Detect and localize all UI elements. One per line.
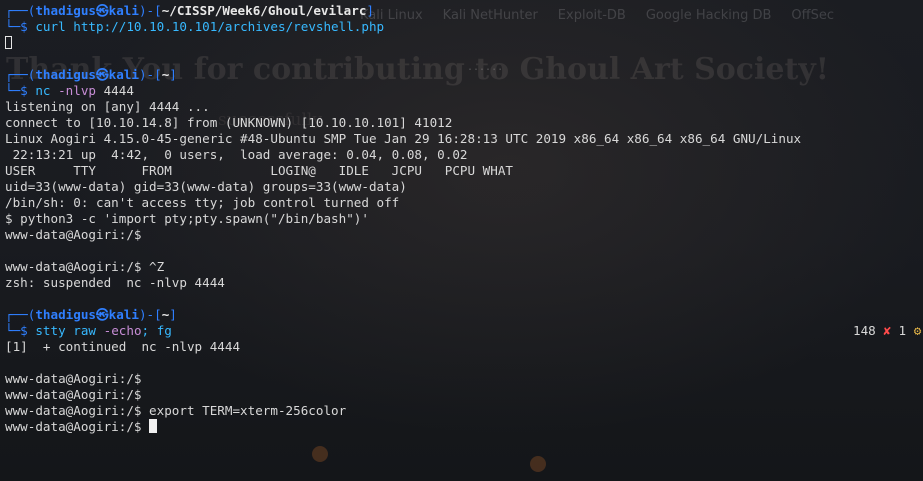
output-line: uid=33(www-data) gid=33(www-data) groups… bbox=[5, 179, 407, 194]
output-line: www-data@Aogiri:/$ ^Z bbox=[5, 259, 165, 274]
active-input-line[interactable]: www-data@Aogiri:/$ bbox=[5, 419, 923, 435]
prompt-line: ┌──(thadigus㉿kali)-[~] bbox=[5, 67, 177, 82]
exit-error-icon: ✘ bbox=[883, 323, 891, 338]
output-line: [1] + continued nc -nlvp 4444 bbox=[5, 339, 241, 354]
command-line: └─$ curl http://10.10.10.101/archives/re… bbox=[5, 19, 385, 34]
output-line: www-data@Aogiri:/$ bbox=[5, 387, 142, 402]
terminal-cursor bbox=[5, 36, 12, 49]
output-line: USER TTY FROM LOGIN@ IDLE JCPU PCPU WHAT bbox=[5, 163, 513, 178]
command-line: └─$ nc -nlvp 4444 bbox=[5, 83, 134, 98]
terminal-output[interactable]: ┌──(thadigus㉿kali)-[~/CISSP/Week6/Ghoul/… bbox=[5, 3, 923, 435]
jobs-count: 1 bbox=[898, 323, 907, 338]
right-prompt-status: 148 ✘ 1 ⚙ bbox=[853, 323, 921, 339]
output-line: www-data@Aogiri:/$ bbox=[5, 371, 142, 386]
output-line: 22:13:21 up 4:42, 0 users, load average:… bbox=[5, 147, 468, 162]
output-line: listening on [any] 4444 ... bbox=[5, 99, 210, 114]
bg-pumpkin bbox=[530, 456, 546, 472]
bg-pumpkin bbox=[312, 446, 328, 462]
gear-icon: ⚙ bbox=[913, 323, 922, 338]
prompt-line: ┌──(thadigus㉿kali)-[~] bbox=[5, 307, 177, 322]
prompt-line: ┌──(thadigus㉿kali)-[~/CISSP/Week6/Ghoul/… bbox=[5, 3, 375, 18]
output-line: www-data@Aogiri:/$ export TERM=xterm-256… bbox=[5, 403, 347, 418]
command-name: curl bbox=[35, 19, 66, 34]
output-line: zsh: suspended nc -nlvp 4444 bbox=[5, 275, 225, 290]
output-line: connect to [10.10.14.8] from (UNKNOWN) [… bbox=[5, 115, 453, 130]
output-line: Linux Aogiri 4.15.0-45-generic #48-Ubunt… bbox=[5, 131, 802, 146]
prompt-path: ~/CISSP/Week6/Ghoul/evilarc bbox=[161, 3, 367, 18]
command-line: └─$ stty raw -echo; fg 148 ✘ 1 ⚙ bbox=[5, 323, 922, 339]
cursor-line bbox=[5, 35, 923, 51]
output-line: $ python3 -c 'import pty;pty.spawn("/bin… bbox=[5, 211, 369, 226]
history-count: 148 bbox=[853, 323, 876, 338]
output-line: /bin/sh: 0: can't access tty; job contro… bbox=[5, 195, 400, 210]
output-line: www-data@Aogiri:/$ bbox=[5, 227, 142, 242]
command-name: stty bbox=[35, 323, 66, 338]
terminal-cursor bbox=[149, 419, 158, 433]
command-name: nc bbox=[35, 83, 51, 98]
